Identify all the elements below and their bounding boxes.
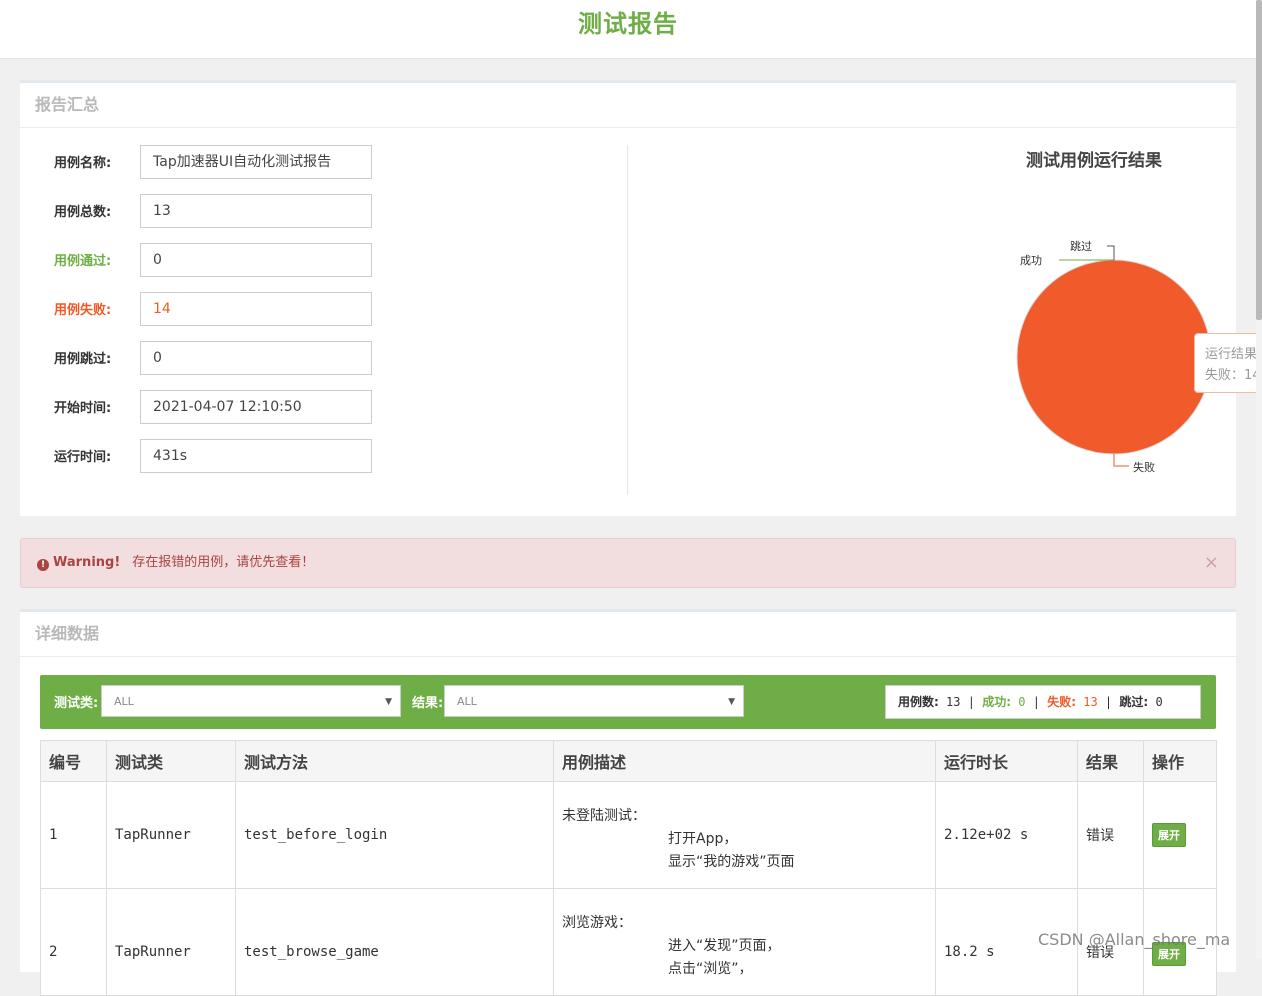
pie-label-2: 跳过 [1070,239,1092,253]
desc-title: 浏览游戏： [562,915,632,931]
case-fail-label: 用例失败: [54,303,112,318]
stats-skip-label: 跳过: [1119,695,1149,709]
run-time-field[interactable]: 431s [140,439,372,473]
column-header-class[interactable]: 测试类 [106,740,236,782]
stats-total-label: 用例数: [898,695,939,709]
detail-panel: 详细数据 测试类: ALL ▼ 结果: ALL ▼ 用例数: 13 | 成功: … [20,609,1236,996]
result-filter-value: ALL [457,695,477,708]
top-bar: 测试报告 [0,0,1262,59]
table-header-row: 编号 测试类 测试方法 用例描述 运行时长 结果 操作 [40,740,1217,782]
case-name-field[interactable]: Tap加速器UI自动化测试报告 [140,145,372,179]
scrollbar-thumb[interactable] [1256,0,1262,320]
stats-separator: | [967,695,975,709]
summary-divider [627,145,628,495]
pie-label-0: 成功 [1020,254,1042,267]
case-skip-label: 用例跳过: [54,352,112,367]
column-header-description[interactable]: 用例描述 [553,740,936,782]
alert-message: 存在报错的用例，请优先查看！ [132,555,315,570]
chevron-down-icon: ▼ [385,697,392,707]
chart-title: 测试用例运行结果 [1026,151,1162,171]
stats-separator: | [1104,695,1113,709]
stats-skip-value: 0 [1155,695,1163,709]
exclamation-icon: ! [37,559,49,571]
case-fail-field[interactable]: 14 [140,292,372,326]
column-header-duration[interactable]: 运行时长 [935,740,1078,782]
column-header-id[interactable]: 编号 [40,740,107,782]
row-description: 浏览游戏： 进入“发现”页面， 点击“浏览”， [553,888,936,996]
tooltip-title: 运行结果 [1205,347,1258,362]
row-method: test_before_login [235,781,554,889]
class-filter-value: ALL [114,695,134,708]
start-time-label: 开始时间: [54,401,112,416]
pie-leader-line-2 [1107,245,1115,260]
case-pass-field[interactable]: 0 [140,243,372,277]
results-table: 编号 测试类 测试方法 用例描述 运行时长 结果 操作 1 TapRunner … [40,740,1217,996]
row-id: 2 [40,888,107,996]
row-result: 错误 [1077,781,1144,889]
stats-fail-label: 失败: [1047,695,1076,709]
case-skip-field[interactable]: 0 [140,341,372,375]
alert-title: Warning! [53,555,121,570]
detail-heading: 详细数据 [20,612,1236,657]
stats-separator: | [1032,695,1040,709]
row-duration: 2.12e+02 s [935,781,1078,889]
summary-heading: 报告汇总 [20,83,1236,128]
desc-step: 点击“浏览”， [668,961,753,977]
result-filter-label: 结果: [412,696,444,711]
row-class: TapRunner [106,888,236,996]
desc-step: 打开App， [668,831,738,847]
close-icon[interactable]: × [1204,539,1219,587]
filter-bar: 测试类: ALL ▼ 结果: ALL ▼ 用例数: 13 | 成功: 0 | 失… [40,675,1216,729]
stats-fail-value: 13 [1083,695,1098,709]
stats-pass-label: 成功: [982,695,1012,709]
desc-step: 进入“发现”页面， [668,938,781,954]
row-method: test_browse_game [235,888,554,996]
class-filter-label: 测试类: [54,696,99,711]
pie-leader-line-1 [1113,454,1129,467]
start-time-field[interactable]: 2021-04-07 12:10:50 [140,390,372,424]
chart-tooltip: 运行结果 失败：14 [1194,333,1262,393]
scrollbar[interactable] [1256,0,1262,959]
tooltip-value: 失败：14 [1205,368,1261,383]
chevron-down-icon: ▼ [728,697,735,707]
expand-button[interactable]: 展开 [1152,823,1186,847]
row-id: 1 [40,781,107,889]
row-action: 展开 [1143,781,1217,889]
result-filter-select[interactable]: ALL ▼ [444,685,744,717]
class-filter-select[interactable]: ALL ▼ [101,685,401,717]
table-row: 1 TapRunner test_before_login 未登陆测试： 打开A… [40,781,1217,889]
pie-label-1: 失败 [1133,460,1155,474]
row-description: 未登陆测试： 打开App， 显示“我的游戏”页面 [553,781,936,889]
case-pass-label: 用例通过: [54,254,112,269]
column-header-action[interactable]: 操作 [1143,740,1217,782]
pie-slice-1[interactable] [1016,259,1212,455]
case-name-label: 用例名称: [54,156,112,171]
summary-panel: 报告汇总 用例名称: Tap加速器UI自动化测试报告 用例总数: 13 用例通过… [20,80,1262,516]
desc-step: 显示“我的游戏”页面 [668,854,795,870]
desc-title: 未登陆测试： [562,808,646,824]
stats-total-value: 13 [946,695,961,709]
stats-pass-value: 0 [1018,695,1026,709]
row-class: TapRunner [106,781,236,889]
page-title: 测试报告 [578,10,678,38]
case-total-label: 用例总数: [54,205,112,220]
column-header-result[interactable]: 结果 [1077,740,1144,782]
case-total-field[interactable]: 13 [140,194,372,228]
column-header-method[interactable]: 测试方法 [235,740,554,782]
run-time-label: 运行时间: [54,450,112,465]
watermark: CSDN @Allan_shore_ma [1038,930,1231,949]
warning-alert: ! Warning! 存在报错的用例，请优先查看！ × [20,538,1236,588]
stats-summary: 用例数: 13 | 成功: 0 | 失败: 13 | 跳过: 0 [885,685,1201,719]
